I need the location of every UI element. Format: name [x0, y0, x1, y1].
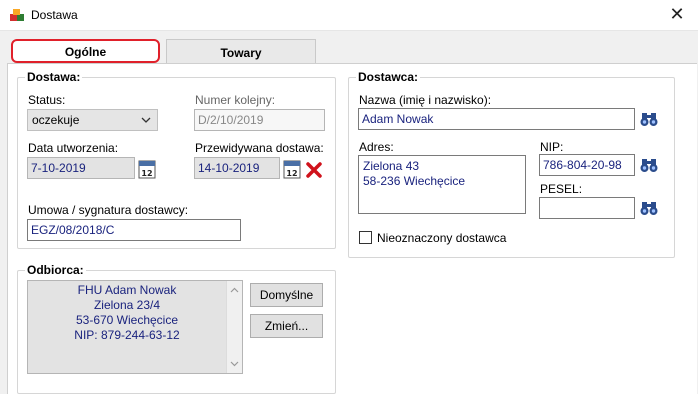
- recipient-line: NIP: 879-244-63-12: [74, 328, 180, 342]
- contract-label: Umowa / sygnatura dostawcy:: [28, 203, 189, 217]
- chevron-down-icon: [141, 117, 151, 123]
- change-recipient-button[interactable]: Zmień...: [250, 314, 323, 338]
- created-date-label: Data utworzenia:: [28, 141, 119, 155]
- supplier-address-label: Adres:: [359, 140, 394, 154]
- number-field: D/2/10/2019: [194, 109, 325, 131]
- app-cubes-icon: [10, 9, 24, 21]
- supplier-address-line: 58-236 Wiechęcice: [363, 174, 466, 188]
- supplier-address-line: Zielona 43: [363, 159, 420, 173]
- pesel-field[interactable]: [539, 197, 635, 219]
- status-select[interactable]: oczekuje: [27, 109, 158, 131]
- calendar-icon[interactable]: 12: [138, 159, 156, 179]
- tab-ogolne[interactable]: Ogólne: [11, 39, 160, 63]
- calendar-icon[interactable]: 12: [283, 159, 301, 179]
- supplier-name-label: Nazwa (imię i nazwisko):: [359, 93, 492, 107]
- planned-date-field[interactable]: 14-10-2019: [194, 157, 280, 179]
- status-label: Status:: [28, 93, 66, 107]
- supplier-address-field[interactable]: Zielona 43 58-236 Wiechęcice: [358, 155, 526, 214]
- window-title: Dostawa: [31, 8, 78, 22]
- recipient-line: FHU Adam Nowak: [77, 283, 177, 297]
- close-button[interactable]: ✕: [664, 3, 690, 27]
- created-date-field[interactable]: 7-10-2019: [27, 157, 135, 179]
- binoculars-icon[interactable]: [639, 198, 659, 218]
- supplier-name-field[interactable]: Adam Nowak: [358, 108, 635, 130]
- tab-towary[interactable]: Towary: [166, 39, 316, 65]
- unmarked-supplier-label: Nieoznaczony dostawca: [377, 231, 507, 245]
- status-value: oczekuje: [32, 113, 80, 127]
- delete-x-icon[interactable]: [305, 161, 323, 179]
- contract-field[interactable]: EGZ/08/2018/C: [27, 219, 241, 241]
- scroll-down-icon[interactable]: [230, 359, 239, 368]
- svg-text:12: 12: [286, 169, 297, 178]
- recipient-line: 53-670 Wiechęcice: [75, 313, 179, 327]
- nip-label: NIP:: [540, 140, 564, 154]
- delivery-group-title: Dostawa:: [25, 70, 83, 84]
- unmarked-supplier-checkbox[interactable]: [359, 231, 372, 244]
- recipient-line: Zielona 23/4: [93, 298, 161, 312]
- title-bar: Dostawa ✕: [0, 0, 698, 31]
- planned-date-label: Przewidywana dostawa:: [195, 141, 324, 155]
- svg-text:12: 12: [141, 169, 152, 178]
- recipient-scrollbar[interactable]: [226, 281, 242, 373]
- scroll-up-icon[interactable]: [230, 286, 239, 295]
- pesel-label: PESEL:: [540, 182, 583, 196]
- recipient-group-title: Odbiorca:: [25, 263, 86, 277]
- binoculars-icon[interactable]: [639, 109, 659, 129]
- binoculars-icon[interactable]: [639, 155, 659, 175]
- recipient-address-box: FHU Adam Nowak Zielona 23/4 53-670 Wiech…: [27, 280, 243, 374]
- default-recipient-button[interactable]: Domyślne: [250, 283, 323, 307]
- supplier-group-title: Dostawca:: [356, 70, 421, 84]
- nip-field[interactable]: 786-804-20-98: [539, 154, 635, 176]
- number-label: Numer kolejny:: [195, 93, 276, 107]
